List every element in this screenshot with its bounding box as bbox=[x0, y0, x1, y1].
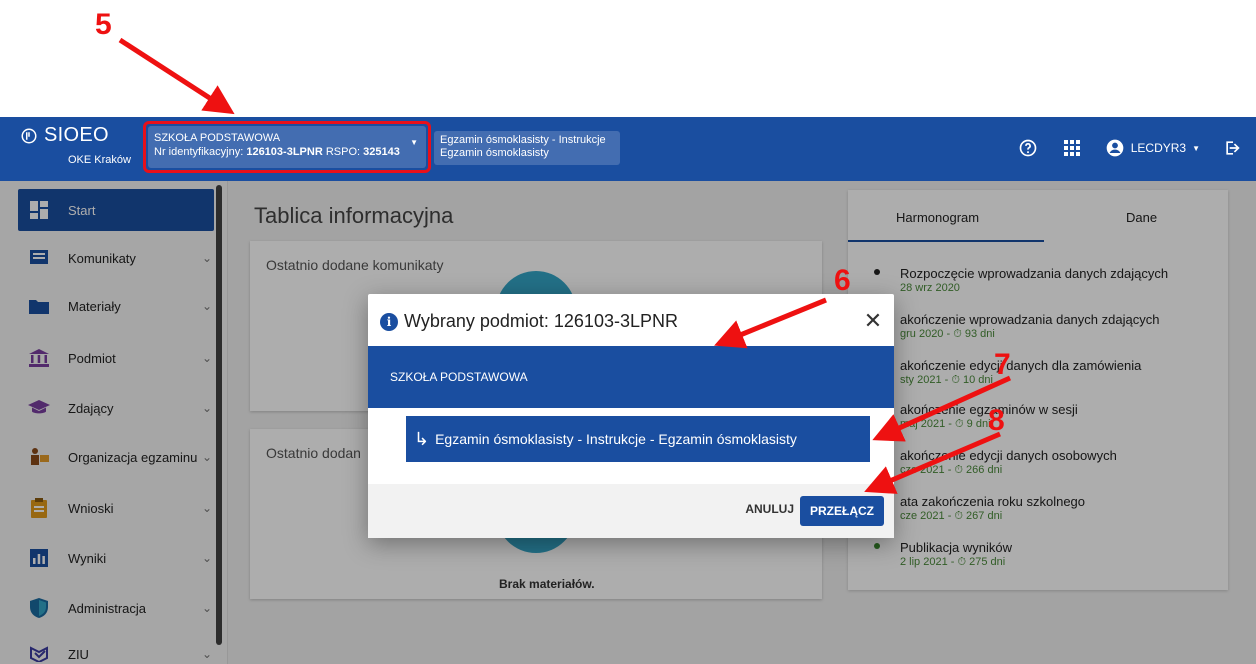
user-name: LECDYR3 bbox=[1130, 141, 1187, 155]
brand[interactable]: SIOEO OKE Kraków bbox=[20, 124, 140, 166]
annotation-number-7: 7 bbox=[994, 348, 1011, 381]
annotation-highlight-box bbox=[143, 121, 431, 173]
brand-logo-icon bbox=[21, 128, 37, 143]
dialog-footer: ANULUJ PRZEŁĄCZ bbox=[368, 484, 894, 538]
help-icon[interactable] bbox=[1017, 137, 1039, 159]
annotation-number-8: 8 bbox=[988, 404, 1005, 437]
exam-context-line2: Egzamin ósmoklasisty bbox=[440, 147, 549, 159]
account-icon bbox=[1106, 139, 1124, 157]
select-entity-dialog: i Wybrany podmiot: 126103-3LPNR ✕ SZKOŁA… bbox=[368, 294, 894, 538]
subdirectory-arrow-icon: ↳ bbox=[414, 428, 430, 449]
dialog-exam-option[interactable]: ↳ Egzamin ósmoklasisty - Instrukcje - Eg… bbox=[406, 416, 870, 462]
caret-down-icon: ▼ bbox=[1192, 143, 1200, 153]
top-app-bar: SIOEO OKE Kraków SZKOŁA PODSTAWOWA Nr id… bbox=[0, 117, 1256, 181]
dialog-title: Wybrany podmiot: 126103-3LPNR bbox=[404, 311, 678, 331]
apps-grid-icon[interactable] bbox=[1061, 137, 1083, 159]
logout-icon[interactable] bbox=[1222, 137, 1244, 159]
user-menu[interactable]: LECDYR3 ▼ bbox=[1105, 138, 1200, 158]
info-icon: i bbox=[380, 312, 398, 331]
cancel-button[interactable]: ANULUJ bbox=[745, 502, 794, 516]
annotation-arrow-5 bbox=[118, 37, 235, 115]
switch-button[interactable]: PRZEŁĄCZ bbox=[800, 496, 884, 526]
close-icon[interactable]: ✕ bbox=[860, 308, 886, 334]
brand-subtitle: OKE Kraków bbox=[68, 154, 131, 166]
annotation-number-6: 6 bbox=[834, 264, 851, 297]
exam-context-select[interactable]: Egzamin ósmoklasisty - Instrukcje Egzami… bbox=[434, 131, 620, 165]
annotation-number-5: 5 bbox=[95, 8, 112, 41]
dialog-school-option[interactable]: SZKOŁA PODSTAWOWA bbox=[368, 346, 894, 408]
brand-name: SIOEO bbox=[44, 124, 109, 146]
exam-context-line1: Egzamin ósmoklasisty - Instrukcje bbox=[440, 134, 606, 146]
